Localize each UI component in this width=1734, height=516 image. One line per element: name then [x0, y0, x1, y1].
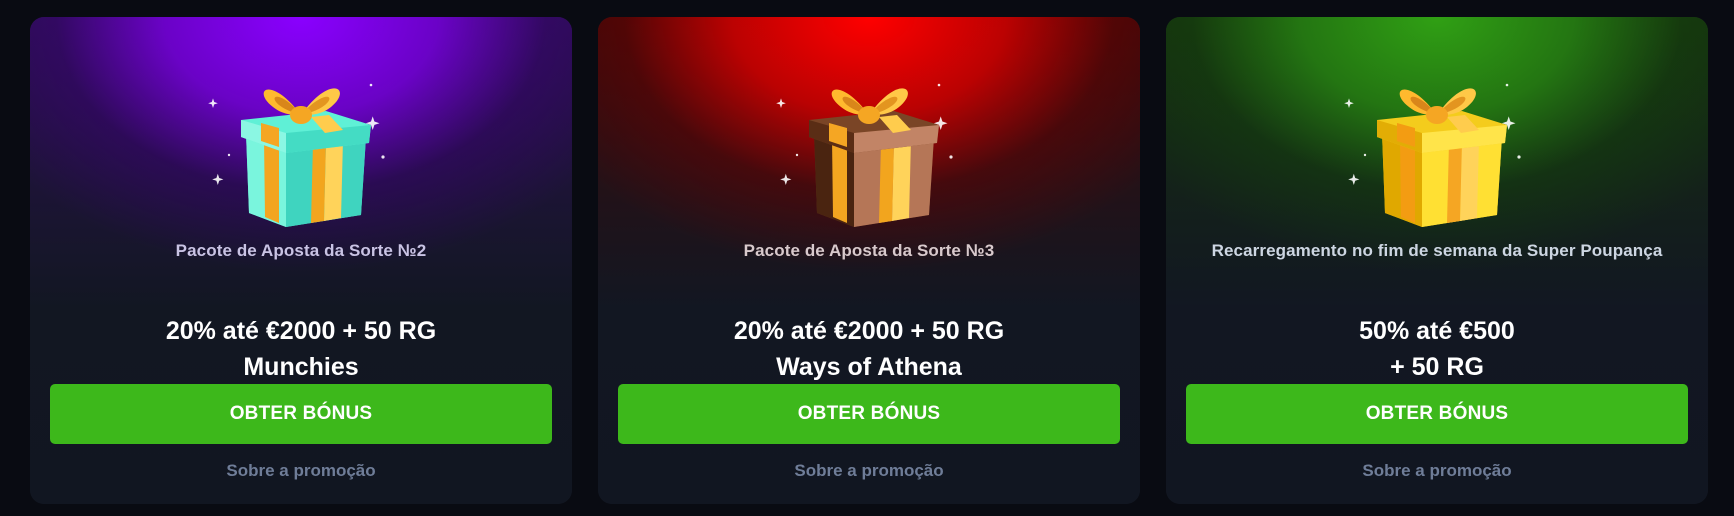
about-promotion-link[interactable]: Sobre a promoção [30, 461, 572, 481]
offer-line-1: 20% até €2000 + 50 RG [165, 317, 437, 345]
get-bonus-button[interactable]: OBTER BÓNUS [1186, 384, 1688, 444]
promo-title: Pacote de Aposta da Sorte №3 [743, 241, 995, 260]
promo-offer: 20% até €2000 + 50 RG Munchies [30, 313, 572, 385]
promo-title: Pacote de Aposta da Sorte №2 [175, 241, 427, 260]
get-bonus-button[interactable]: OBTER BÓNUS [618, 384, 1120, 444]
get-bonus-button[interactable]: OBTER BÓNUS [50, 384, 552, 444]
promo-offer: 50% até €500 + 50 RG [1166, 313, 1708, 385]
promo-card-3: Recarregamento no fim de semana da Super… [1166, 17, 1708, 504]
offer-line-2: + 50 RG [1390, 353, 1484, 381]
offer-line-2: Munchies [243, 353, 359, 381]
promo-card-1: Pacote de Aposta da Sorte №2 20% até €20… [30, 17, 572, 504]
promo-title: Recarregamento no fim de semana da Super… [1211, 241, 1663, 260]
offer-line-1: 50% até €500 [1359, 317, 1515, 345]
gift-box-brown-icon [769, 45, 969, 235]
about-promotion-link[interactable]: Sobre a promoção [598, 461, 1140, 481]
promo-cards-row: Pacote de Aposta da Sorte №2 20% até €20… [30, 17, 1708, 504]
about-promotion-link[interactable]: Sobre a promoção [1166, 461, 1708, 481]
gift-box-yellow-icon [1337, 45, 1537, 235]
promo-card-2: Pacote de Aposta da Sorte №3 20% até €20… [598, 17, 1140, 504]
gift-box-teal-icon [201, 45, 401, 235]
offer-line-2: Ways of Athena [776, 353, 962, 381]
offer-line-1: 20% até €2000 + 50 RG [733, 317, 1005, 345]
promo-offer: 20% até €2000 + 50 RG Ways of Athena [598, 313, 1140, 385]
